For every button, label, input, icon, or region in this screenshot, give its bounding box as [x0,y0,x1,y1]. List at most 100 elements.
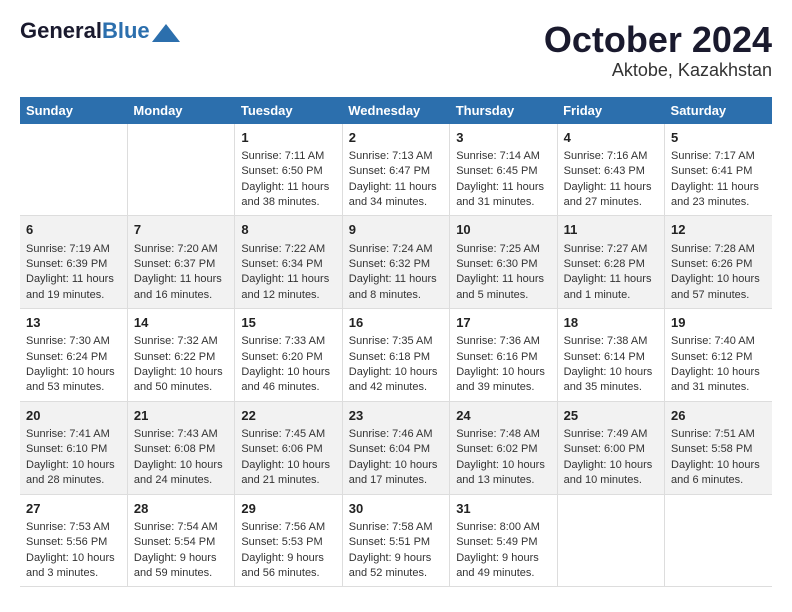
day-number: 9 [349,221,443,239]
day-info: Sunrise: 8:00 AM Sunset: 5:49 PM Dayligh… [456,520,550,582]
day-info: Sunrise: 7:40 AM Sunset: 6:12 PM Dayligh… [671,334,766,396]
day-info: Sunrise: 7:35 AM Sunset: 6:18 PM Dayligh… [349,334,443,396]
day-number: 18 [564,314,658,332]
logo: GeneralBlue [20,20,180,42]
calendar-cell: 14Sunrise: 7:32 AM Sunset: 6:22 PM Dayli… [127,309,234,402]
calendar-cell: 6 Sunrise: 7:19 AM Sunset: 6:39 PM Daylig… [20,216,127,309]
day-info: Sunrise: 7:51 AM Sunset: 5:58 PM Dayligh… [671,427,766,489]
calendar-cell: 11 Sunrise: 7:27 AM Sunset: 6:28 PM Dayli… [557,216,664,309]
day-info: Sunrise: 7:17 AM Sunset: 6:41 PM Dayligh… [671,149,766,211]
calendar-cell [20,124,127,216]
day-info: Sunrise: 7:19 AM Sunset: 6:39 PM Dayligh… [26,242,121,304]
day-info: Sunrise: 7:48 AM Sunset: 6:02 PM Dayligh… [456,427,550,489]
calendar-cell: 1Sunrise: 7:11 AM Sunset: 6:50 PM Daylig… [235,124,342,216]
calendar-week-1: 1Sunrise: 7:11 AM Sunset: 6:50 PM Daylig… [20,124,772,216]
day-number: 12 [671,221,766,239]
calendar-cell: 17 Sunrise: 7:36 AM Sunset: 6:16 PM Dayli… [450,309,557,402]
day-number: 11 [564,221,658,239]
logo-arrow-icon [152,24,180,42]
day-info: Sunrise: 7:43 AM Sunset: 6:08 PM Dayligh… [134,427,228,489]
calendar-cell: 22 Sunrise: 7:45 AM Sunset: 6:06 PM Dayli… [235,401,342,494]
day-number: 16 [349,314,443,332]
day-number: 10 [456,221,550,239]
title-block: October 2024 Aktobe, Kazakhstan [544,20,772,81]
calendar-cell: 16 Sunrise: 7:35 AM Sunset: 6:18 PM Dayli… [342,309,449,402]
calendar-cell: 26 Sunrise: 7:51 AM Sunset: 5:58 PM Dayli… [665,401,772,494]
day-number: 13 [26,314,121,332]
day-info: Sunrise: 7:14 AM Sunset: 6:45 PM Dayligh… [456,149,550,211]
location: Aktobe, Kazakhstan [544,60,772,81]
calendar-cell [557,494,664,587]
day-info: Sunrise: 7:13 AM Sunset: 6:47 PM Dayligh… [349,149,443,211]
day-number: 25 [564,407,658,425]
day-number: 15 [241,314,335,332]
calendar-week-4: 20 Sunrise: 7:41 AM Sunset: 6:10 PM Dayli… [20,401,772,494]
calendar-body: 1Sunrise: 7:11 AM Sunset: 6:50 PM Daylig… [20,124,772,587]
calendar-cell: 4Sunrise: 7:16 AM Sunset: 6:43 PM Daylig… [557,124,664,216]
header-row: Sunday Monday Tuesday Wednesday Thursday… [20,97,772,124]
day-info: Sunrise: 7:33 AM Sunset: 6:20 PM Dayligh… [241,334,335,396]
day-info: Sunrise: 7:38 AM Sunset: 6:14 PM Dayligh… [564,334,658,396]
day-info: Sunrise: 7:11 AM Sunset: 6:50 PM Dayligh… [241,149,335,211]
day-number: 17 [456,314,550,332]
col-monday: Monday [127,97,234,124]
calendar-week-5: 27 Sunrise: 7:53 AM Sunset: 5:56 PM Dayli… [20,494,772,587]
calendar-cell: 25Sunrise: 7:49 AM Sunset: 6:00 PM Dayli… [557,401,664,494]
day-info: Sunrise: 7:53 AM Sunset: 5:56 PM Dayligh… [26,520,121,582]
col-saturday: Saturday [665,97,772,124]
day-info: Sunrise: 7:25 AM Sunset: 6:30 PM Dayligh… [456,242,550,304]
day-info: Sunrise: 7:56 AM Sunset: 5:53 PM Dayligh… [241,520,335,582]
calendar-cell: 15 Sunrise: 7:33 AM Sunset: 6:20 PM Dayli… [235,309,342,402]
calendar-cell: 31 Sunrise: 8:00 AM Sunset: 5:49 PM Dayli… [450,494,557,587]
calendar-cell [665,494,772,587]
day-number: 28 [134,500,228,518]
day-number: 5 [671,129,766,147]
calendar-cell: 20 Sunrise: 7:41 AM Sunset: 6:10 PM Dayli… [20,401,127,494]
day-number: 19 [671,314,766,332]
calendar-table: Sunday Monday Tuesday Wednesday Thursday… [20,97,772,588]
calendar-cell [127,124,234,216]
calendar-header: Sunday Monday Tuesday Wednesday Thursday… [20,97,772,124]
calendar-cell: 8Sunrise: 7:22 AM Sunset: 6:34 PM Daylig… [235,216,342,309]
calendar-cell: 29 Sunrise: 7:56 AM Sunset: 5:53 PM Dayli… [235,494,342,587]
col-friday: Friday [557,97,664,124]
day-info: Sunrise: 7:22 AM Sunset: 6:34 PM Dayligh… [241,242,335,304]
day-info: Sunrise: 7:45 AM Sunset: 6:06 PM Dayligh… [241,427,335,489]
day-number: 22 [241,407,335,425]
calendar-cell: 12Sunrise: 7:28 AM Sunset: 6:26 PM Dayli… [665,216,772,309]
day-number: 6 [26,221,121,239]
logo-text: GeneralBlue [20,20,150,42]
col-tuesday: Tuesday [235,97,342,124]
day-info: Sunrise: 7:27 AM Sunset: 6:28 PM Dayligh… [564,242,658,304]
logo-blue: Blue [102,18,150,43]
day-number: 14 [134,314,228,332]
calendar-cell: 9 Sunrise: 7:24 AM Sunset: 6:32 PM Daylig… [342,216,449,309]
page-header: GeneralBlue October 2024 Aktobe, Kazakhs… [20,20,772,81]
day-number: 30 [349,500,443,518]
calendar-cell: 13 Sunrise: 7:30 AM Sunset: 6:24 PM Dayli… [20,309,127,402]
day-info: Sunrise: 7:58 AM Sunset: 5:51 PM Dayligh… [349,520,443,582]
col-wednesday: Wednesday [342,97,449,124]
day-info: Sunrise: 7:46 AM Sunset: 6:04 PM Dayligh… [349,427,443,489]
day-number: 27 [26,500,121,518]
calendar-cell: 2 Sunrise: 7:13 AM Sunset: 6:47 PM Daylig… [342,124,449,216]
calendar-cell: 18 Sunrise: 7:38 AM Sunset: 6:14 PM Dayli… [557,309,664,402]
calendar-cell: 19 Sunrise: 7:40 AM Sunset: 6:12 PM Dayli… [665,309,772,402]
col-thursday: Thursday [450,97,557,124]
col-sunday: Sunday [20,97,127,124]
day-number: 24 [456,407,550,425]
day-number: 31 [456,500,550,518]
day-info: Sunrise: 7:30 AM Sunset: 6:24 PM Dayligh… [26,334,121,396]
day-info: Sunrise: 7:24 AM Sunset: 6:32 PM Dayligh… [349,242,443,304]
day-info: Sunrise: 7:41 AM Sunset: 6:10 PM Dayligh… [26,427,121,489]
day-number: 26 [671,407,766,425]
day-info: Sunrise: 7:36 AM Sunset: 6:16 PM Dayligh… [456,334,550,396]
day-number: 20 [26,407,121,425]
day-number: 29 [241,500,335,518]
day-info: Sunrise: 7:20 AM Sunset: 6:37 PM Dayligh… [134,242,228,304]
day-info: Sunrise: 7:54 AM Sunset: 5:54 PM Dayligh… [134,520,228,582]
month-title: October 2024 [544,20,772,60]
day-number: 21 [134,407,228,425]
calendar-cell: 10 Sunrise: 7:25 AM Sunset: 6:30 PM Dayli… [450,216,557,309]
day-number: 2 [349,129,443,147]
